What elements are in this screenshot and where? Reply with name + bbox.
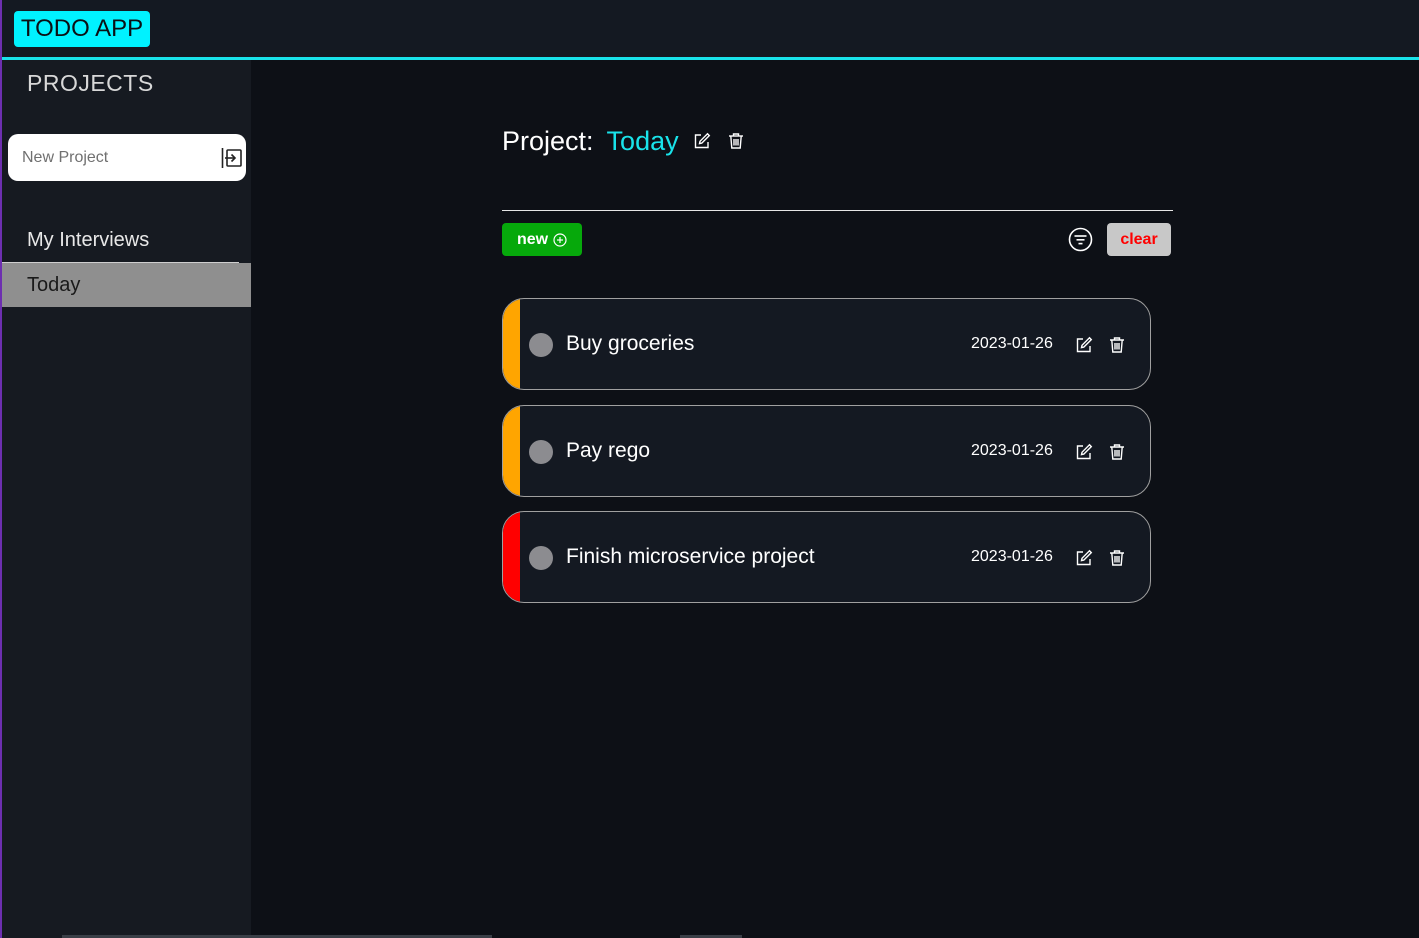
new-project-form [8,134,246,181]
sidebar: PROJECTS My Interviews Today [2,60,251,938]
edit-icon[interactable] [691,130,713,152]
task-complete-toggle[interactable] [529,440,553,464]
trash-icon[interactable] [1106,334,1128,356]
edit-icon[interactable] [1073,547,1095,569]
task-complete-toggle[interactable] [529,546,553,570]
app-title: TODO APP [14,11,150,47]
priority-indicator [503,512,520,602]
task-complete-toggle[interactable] [529,333,553,357]
project-name: Today [606,125,679,156]
priority-indicator [503,299,520,389]
task-date: 2023-01-26 [971,335,1053,352]
new-project-input[interactable] [20,144,214,172]
project-label-prefix: Project: [502,125,594,156]
task-title: Finish microservice project [566,545,815,568]
new-task-label: new [516,230,549,248]
task-date: 2023-01-26 [971,442,1053,459]
task-item: Pay rego 2023-01-26 [502,405,1151,497]
trash-icon[interactable] [1106,547,1128,569]
enter-icon[interactable] [220,146,244,170]
project-label: Today [27,274,81,296]
priority-indicator [503,406,520,496]
plus-circle-icon [553,232,567,247]
filter-icon[interactable] [1068,227,1093,252]
sidebar-title: PROJECTS [27,70,154,96]
trash-icon[interactable] [1106,441,1128,463]
edit-icon[interactable] [1073,334,1095,356]
header-divider [502,210,1173,211]
sidebar-item-today[interactable]: Today [2,263,251,307]
task-title: Buy groceries [566,332,695,355]
edit-icon[interactable] [1073,441,1095,463]
trash-icon[interactable] [725,130,747,152]
task-item: Buy groceries 2023-01-26 [502,298,1151,390]
sidebar-item-my-interviews[interactable]: My Interviews [2,218,251,263]
project-header: Project: Today [502,124,747,158]
clear-button[interactable]: clear [1107,223,1171,256]
task-item: Finish microservice project 2023-01-26 [502,511,1151,603]
top-bar: TODO APP [2,0,1419,60]
task-date: 2023-01-26 [971,548,1053,565]
project-label: My Interviews [27,229,150,251]
task-title: Pay rego [566,439,651,462]
new-task-button[interactable]: new [502,223,582,256]
